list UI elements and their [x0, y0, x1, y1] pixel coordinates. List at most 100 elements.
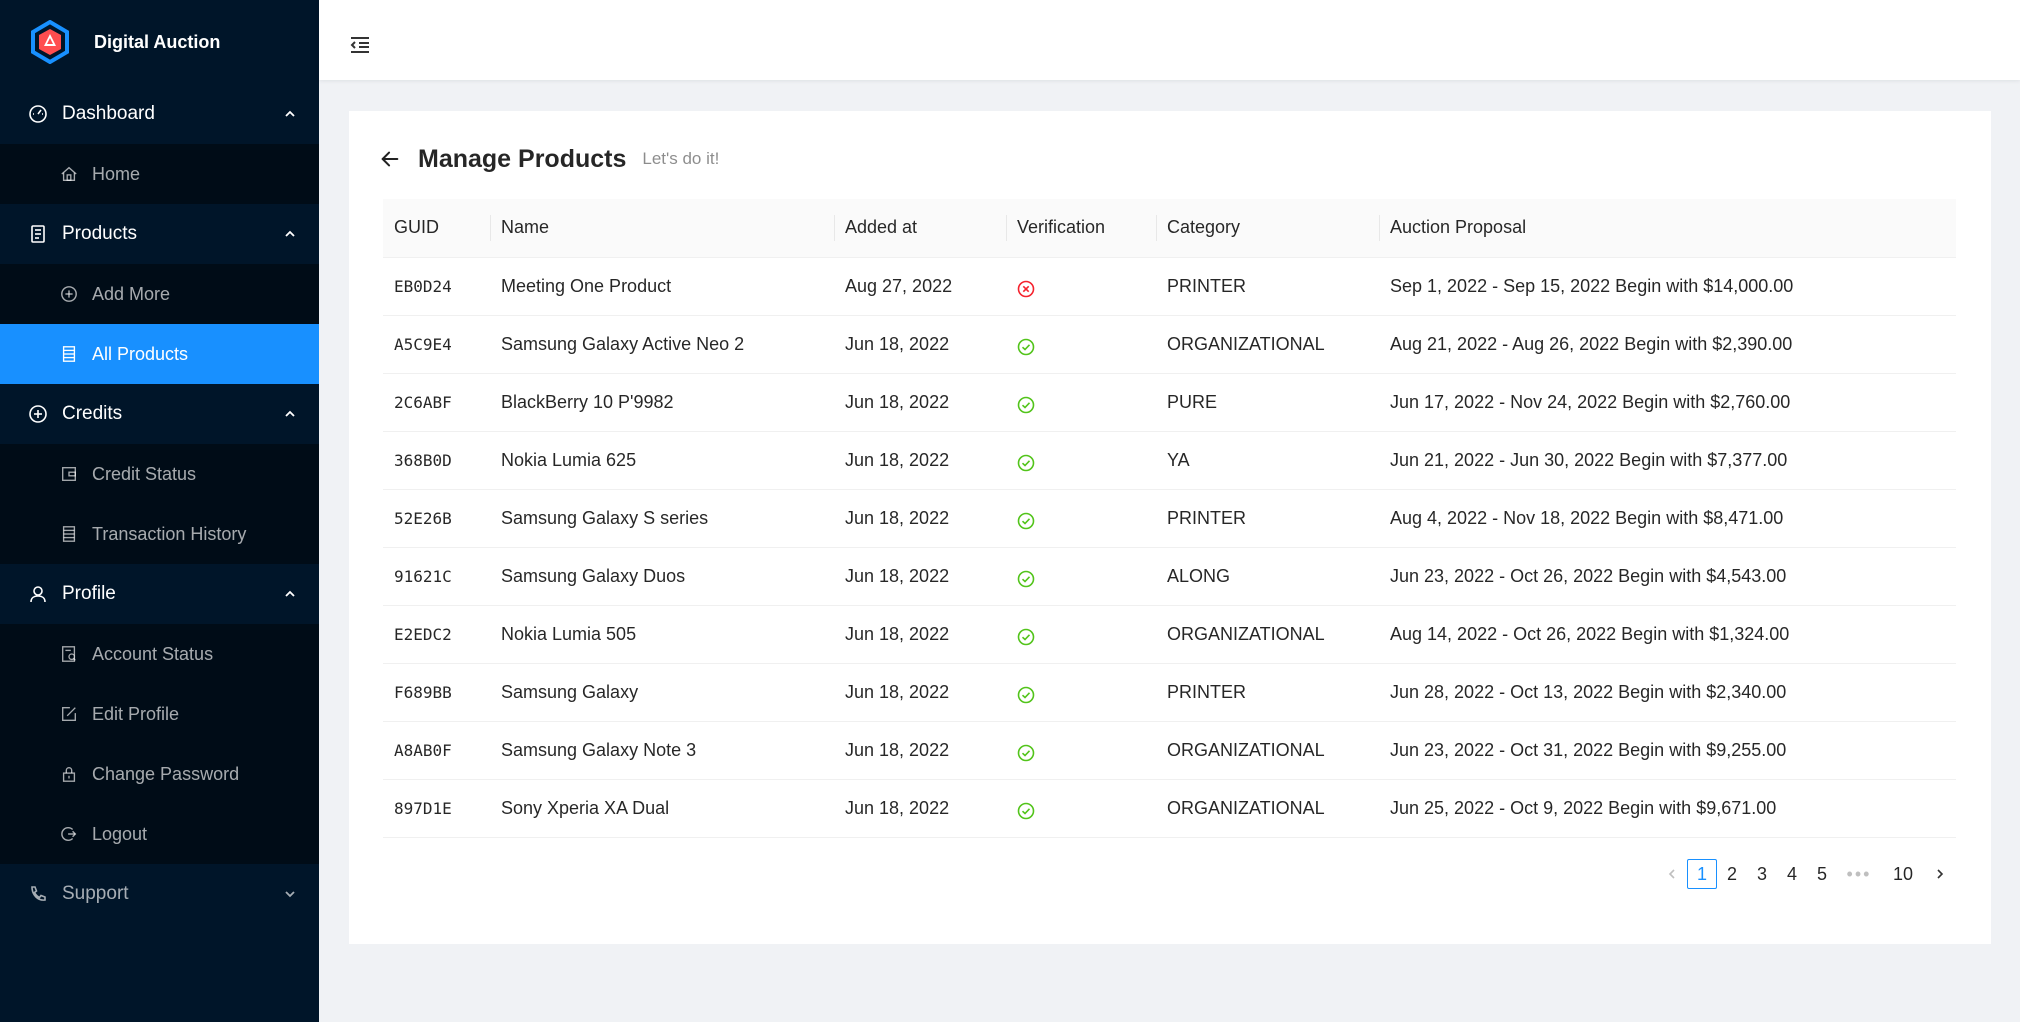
- auction-proposal-cell: Aug 14, 2022 - Oct 26, 2022 Begin with $…: [1379, 605, 1956, 664]
- pagination-ellipsis[interactable]: •••: [1837, 859, 1881, 889]
- next-page-icon[interactable]: [1925, 859, 1955, 889]
- table-row[interactable]: F689BB Samsung Galaxy Jun 18, 2022 PRINTER J…: [383, 663, 1956, 722]
- list-icon: [60, 345, 78, 363]
- sidebar-item-label: Home: [92, 163, 141, 184]
- sidebar-item-transaction-history[interactable]: Transaction History: [0, 504, 319, 564]
- page-title: Manage Products: [418, 144, 627, 173]
- column-header-auction-proposal: Auction Proposal: [1379, 199, 1956, 258]
- table-row[interactable]: 897D1E Sony Xperia XA Dual Jun 18, 2022 ORG…: [383, 779, 1956, 838]
- logo-icon: [31, 20, 69, 64]
- table-row[interactable]: 52E26B Samsung Galaxy S series Jun 18, 202…: [383, 489, 1956, 548]
- column-header-added-at: Added at: [834, 199, 1006, 258]
- sidebar-item-logout[interactable]: Logout: [0, 804, 319, 864]
- menu-fold-icon[interactable]: [348, 33, 372, 57]
- added-at-cell: Jun 18, 2022: [834, 315, 1006, 374]
- page-4-button[interactable]: 4: [1777, 859, 1807, 889]
- page-1-button[interactable]: 1: [1687, 859, 1717, 889]
- name-cell: Samsung Galaxy: [490, 663, 834, 722]
- logout-icon: [60, 825, 78, 843]
- menu-title-support[interactable]: Support: [0, 864, 319, 924]
- category-cell: PRINTER: [1156, 257, 1379, 316]
- top-header: [319, 0, 2020, 80]
- logo[interactable]: Digital Auction: [0, 0, 319, 84]
- sidebar-item-label: Logout: [92, 823, 148, 844]
- page-subtitle: Let's do it!: [642, 149, 720, 168]
- column-header-guid: GUID: [383, 199, 490, 258]
- sidebar: Digital Auction Dashboard Home Products Add…: [0, 0, 319, 1022]
- table-row[interactable]: EB0D24 Meeting One Product Aug 27, 2022 PRI…: [383, 257, 1956, 316]
- submenu-profile: Account Status Edit Profile Change Passwor…: [0, 624, 319, 864]
- guid-cell: A5C9E4: [383, 315, 490, 374]
- menu-group-support: Support: [0, 864, 319, 924]
- sidebar-item-change-password[interactable]: Change Password: [0, 744, 319, 804]
- menu-group-credits: Credits Credit Status Transaction History: [0, 384, 319, 564]
- added-at-cell: Jun 18, 2022: [834, 663, 1006, 722]
- menu-title-dashboard[interactable]: Dashboard: [0, 84, 319, 144]
- category-cell: PRINTER: [1156, 489, 1379, 548]
- added-at-cell: Jun 18, 2022: [834, 547, 1006, 606]
- added-at-cell: Jun 18, 2022: [834, 605, 1006, 664]
- submenu-credits: Credit Status Transaction History: [0, 444, 319, 564]
- page-5-button[interactable]: 5: [1807, 859, 1837, 889]
- plus-circle-icon: [28, 404, 48, 424]
- guid-cell: F689BB: [383, 663, 490, 722]
- check-circle-icon: [1017, 570, 1035, 588]
- table-row[interactable]: 2C6ABF BlackBerry 10 P'9982 Jun 18, 2022 PU…: [383, 373, 1956, 432]
- table-row[interactable]: E2EDC2 Nokia Lumia 505 Jun 18, 2022 ORGANIZ…: [383, 605, 1956, 664]
- lock-icon: [60, 765, 78, 783]
- products-table: GUID Name Added at Verification Category…: [383, 199, 1956, 838]
- page-last-button[interactable]: 10: [1881, 859, 1925, 889]
- sidebar-item-home[interactable]: Home: [0, 144, 319, 204]
- sidebar-item-label: Change Password: [92, 763, 240, 784]
- page-3-button[interactable]: 3: [1747, 859, 1777, 889]
- check-circle-icon: [1017, 396, 1035, 414]
- sidebar-item-all-products[interactable]: All Products: [0, 324, 319, 384]
- table-row[interactable]: A8AB0F Samsung Galaxy Note 3 Jun 18, 2022 O…: [383, 721, 1956, 780]
- name-cell: Nokia Lumia 505: [490, 605, 834, 664]
- check-circle-icon: [1017, 454, 1035, 472]
- close-circle-icon: [1017, 280, 1035, 298]
- menu-title-products[interactable]: Products: [0, 204, 319, 264]
- sidebar-item-account-status[interactable]: Account Status: [0, 624, 319, 684]
- table-row[interactable]: A5C9E4 Samsung Galaxy Active Neo 2 Jun 18,…: [383, 315, 1956, 374]
- verification-cell: [1006, 547, 1156, 606]
- menu-group-products: Products Add More All Products: [0, 204, 319, 384]
- added-at-cell: Jun 18, 2022: [834, 779, 1006, 838]
- column-header-name: Name: [490, 199, 834, 258]
- verification-cell: [1006, 431, 1156, 490]
- sidebar-item-credit-status[interactable]: Credit Status: [0, 444, 319, 504]
- products-icon: [28, 224, 48, 244]
- content-card: Manage Products Let's do it! GUID Name A…: [349, 111, 1991, 944]
- guid-cell: 2C6ABF: [383, 373, 490, 432]
- table-row[interactable]: 368B0D Nokia Lumia 625 Jun 18, 2022 YA Jun 2…: [383, 431, 1956, 490]
- menu-group-profile: Profile Account Status Edit Profile Change …: [0, 564, 319, 864]
- check-circle-icon: [1017, 744, 1035, 762]
- auction-proposal-cell: Jun 23, 2022 - Oct 26, 2022 Begin with $…: [1379, 547, 1956, 606]
- check-circle-icon: [1017, 802, 1035, 820]
- menu-title-credits[interactable]: Credits: [0, 384, 319, 444]
- sidebar-item-add-more[interactable]: Add More: [0, 264, 319, 324]
- sidebar-item-edit-profile[interactable]: Edit Profile: [0, 684, 319, 744]
- edit-icon: [60, 705, 78, 723]
- chevron-up-icon: [283, 107, 297, 121]
- guid-cell: E2EDC2: [383, 605, 490, 664]
- page-2-button[interactable]: 2: [1717, 859, 1747, 889]
- verification-cell: [1006, 779, 1156, 838]
- name-cell: Sony Xperia XA Dual: [490, 779, 834, 838]
- user-icon: [28, 584, 48, 604]
- guid-cell: 368B0D: [383, 431, 490, 490]
- table-row[interactable]: 91621C Samsung Galaxy Duos Jun 18, 2022 ALO…: [383, 547, 1956, 606]
- category-cell: ORGANIZATIONAL: [1156, 605, 1379, 664]
- auction-proposal-cell: Jun 25, 2022 - Oct 9, 2022 Begin with $9…: [1379, 779, 1956, 838]
- prev-page-icon[interactable]: [1657, 859, 1687, 889]
- guid-cell: A8AB0F: [383, 721, 490, 780]
- category-cell: ALONG: [1156, 547, 1379, 606]
- sidebar-item-label: Add More: [92, 283, 171, 304]
- auction-proposal-cell: Jun 17, 2022 - Nov 24, 2022 Begin with $…: [1379, 373, 1956, 432]
- back-arrow-icon[interactable]: [379, 148, 401, 170]
- plus-circle-icon: [60, 285, 78, 303]
- menu-title-label: Support: [62, 883, 129, 904]
- wallet-icon: [60, 465, 78, 483]
- menu-title-profile[interactable]: Profile: [0, 564, 319, 624]
- menu-title-label: Dashboard: [62, 103, 155, 124]
